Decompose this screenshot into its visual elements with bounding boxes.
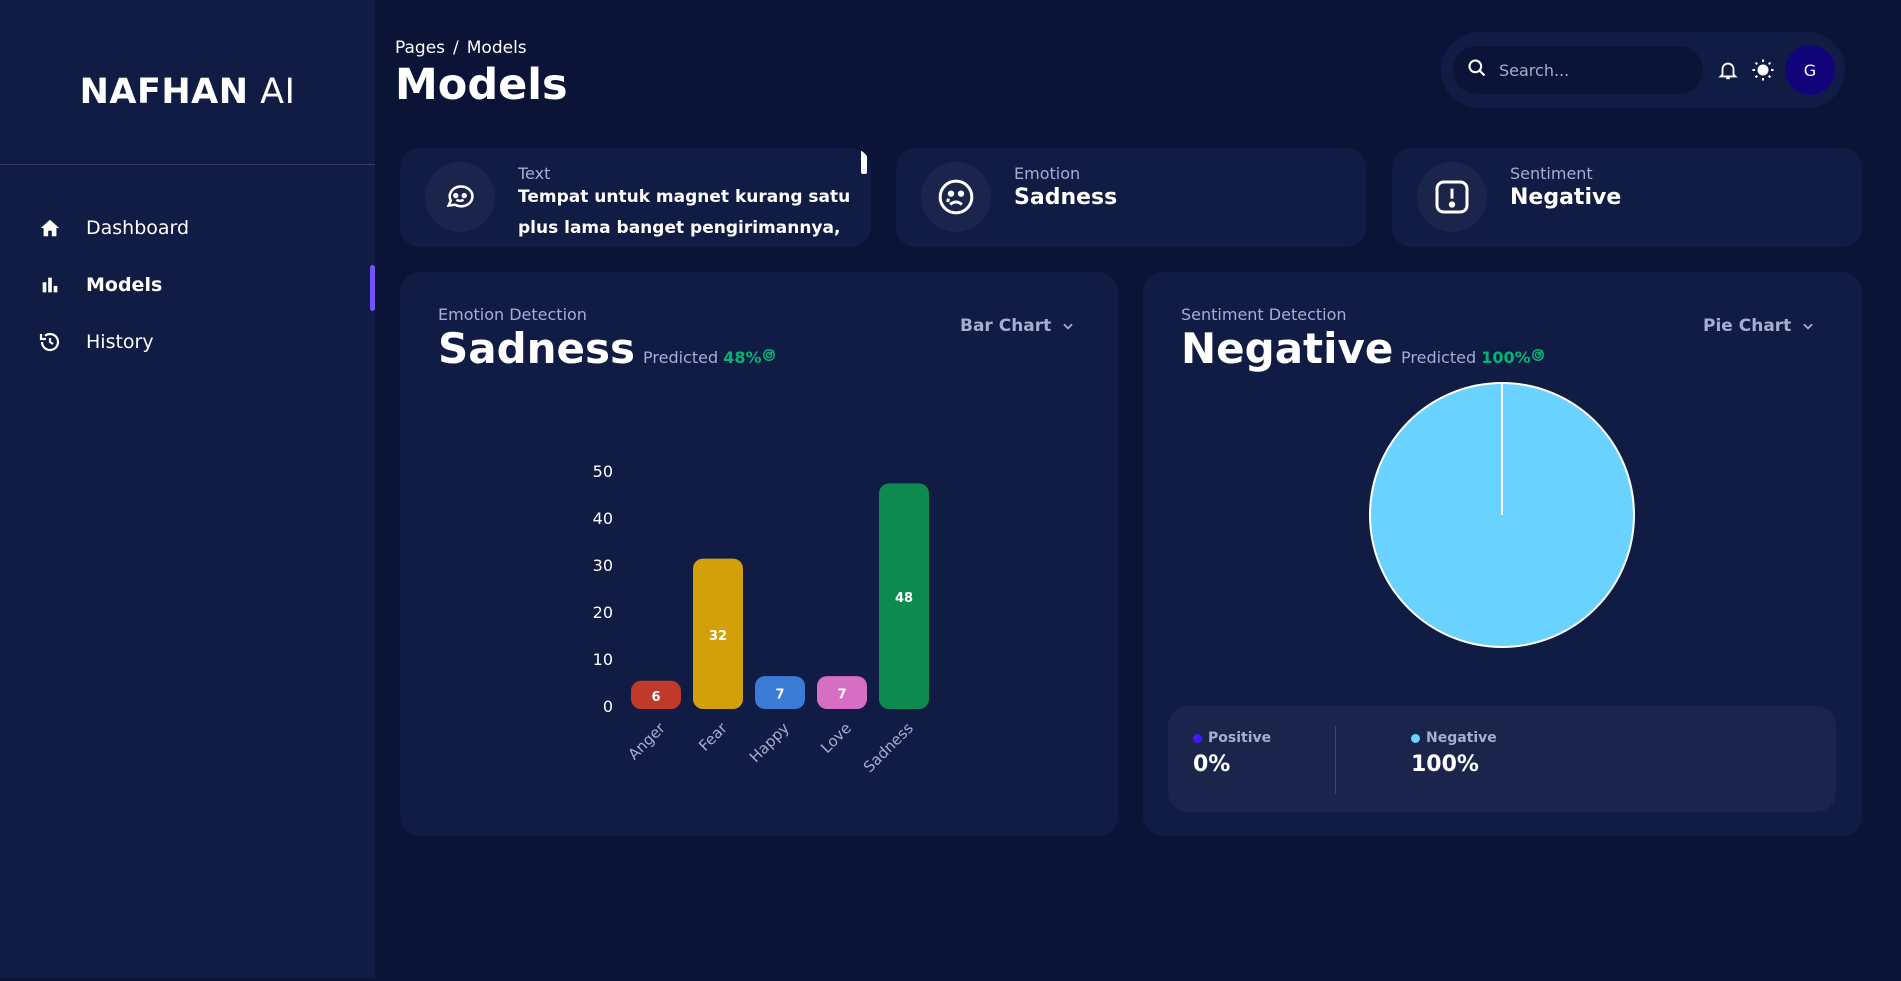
alert-icon (1435, 180, 1469, 214)
sidebar-item-label: Dashboard (86, 217, 190, 239)
alert-icon-wrap (1417, 162, 1487, 232)
legend-dot (1193, 733, 1202, 743)
scrollbar-thumb[interactable] (861, 148, 867, 174)
y-tick-label: 20 (593, 603, 613, 622)
bar-chart-icon (38, 273, 62, 297)
home-icon (38, 216, 62, 240)
avatar[interactable]: G (1785, 45, 1835, 95)
bar-value-label: 7 (837, 688, 846, 703)
breadcrumb: Pages / Models (395, 38, 527, 58)
y-tick-label: 40 (593, 509, 613, 528)
text-card-label: Text (518, 164, 551, 183)
sentiment-card-value: Negative (1510, 185, 1622, 210)
y-tick-label: 50 (593, 462, 613, 481)
bell-icon[interactable] (1717, 59, 1739, 81)
sidebar-divider (0, 164, 375, 165)
legend-value-negative: 100% (1411, 752, 1479, 777)
page-title: Models (395, 60, 568, 110)
emotion-bar-chart: 0 10 20 30 40 50 6 Anger 32 Fear 7 Happy 7 Love 48 Sadn… (593, 462, 929, 776)
search-icon (1467, 58, 1487, 82)
x-tick-label: Love (817, 719, 855, 757)
x-tick-label: Happy (746, 719, 793, 766)
text-card-value: Tempat untuk magnet kurang satu plus lam… (518, 187, 851, 238)
sentiment-detection-panel: Sentiment Detection Negative Predicted 1… (1143, 272, 1862, 836)
breadcrumb-root[interactable]: Pages (395, 38, 445, 58)
sad-face-icon-wrap (921, 162, 991, 232)
chat-icon-wrap (425, 162, 495, 232)
sentiment-pie-chart (1369, 382, 1635, 648)
y-tick-label: 30 (593, 556, 613, 575)
text-card: Text Tempat untuk magnet kurang satu plu… (400, 148, 871, 247)
history-icon (38, 330, 62, 354)
bar-value-label: 32 (709, 629, 727, 644)
y-tick-label: 10 (593, 650, 613, 669)
legend-item-positive: Positive 0% (1193, 730, 1272, 777)
sentiment-legend: Positive 0% Negative 100% (1168, 706, 1836, 812)
emotion-detection-panel: Emotion Detection Sadness Predicted 48% … (400, 272, 1118, 836)
emotion-card-label: Emotion (1014, 164, 1081, 183)
search-box (1453, 46, 1703, 94)
bar-value-label: 7 (775, 688, 784, 703)
sentiment-card-label: Sentiment (1510, 164, 1593, 183)
breadcrumb-current: Models (466, 38, 527, 58)
sidebar-item-label: History (86, 331, 154, 353)
sidebar-item-label: Models (86, 274, 163, 296)
sidebar-item-dashboard[interactable]: Dashboard (38, 208, 358, 248)
sidebar-item-history[interactable]: History (38, 322, 358, 362)
emotion-card: Emotion Sadness (896, 148, 1366, 247)
active-indicator (370, 265, 375, 311)
emotion-card-value: Sadness (1014, 185, 1118, 210)
sidebar: NAFHAN AI Dashboard Models History (0, 0, 375, 978)
legend-item-negative: Negative 100% (1411, 730, 1497, 777)
x-tick-label: Sadness (860, 719, 917, 776)
chat-icon (446, 185, 474, 208)
sentiment-card: Sentiment Negative (1392, 148, 1862, 247)
x-tick-label: Anger (625, 719, 670, 764)
legend-divider (1335, 726, 1336, 794)
topbar: G (1441, 32, 1845, 108)
y-tick-label: 0 (603, 697, 613, 716)
search-input[interactable] (1499, 60, 1689, 80)
brand-logo: NAFHAN AI (79, 72, 296, 112)
bar-value-label: 48 (895, 591, 913, 606)
legend-dot (1411, 733, 1420, 743)
sidebar-item-models[interactable]: Models (38, 265, 358, 305)
legend-value-positive: 0% (1193, 752, 1231, 777)
sad-face-icon (938, 179, 974, 215)
bar-value-label: 6 (651, 690, 660, 705)
theme-toggle-icon[interactable] (1751, 58, 1775, 82)
x-tick-label: Fear (695, 719, 731, 755)
